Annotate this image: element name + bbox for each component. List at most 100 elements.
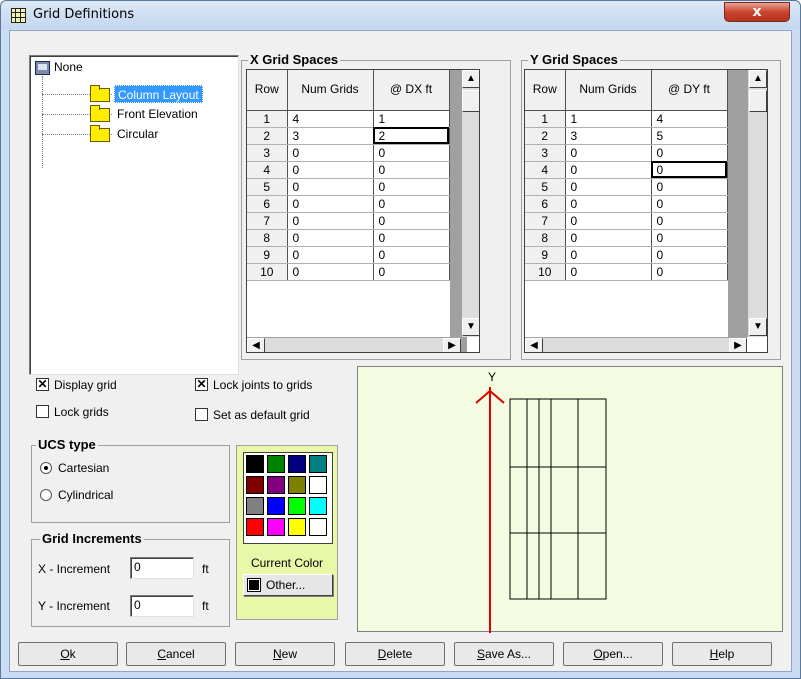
spacing-cell[interactable]: 0 xyxy=(651,229,728,247)
spacing-cell[interactable]: 0 xyxy=(373,263,450,281)
checkbox-icon[interactable] xyxy=(36,405,49,419)
num-grids-cell[interactable]: 0 xyxy=(565,263,652,281)
spacing-cell[interactable]: 0 xyxy=(373,195,450,213)
table-row[interactable]: 800 xyxy=(525,229,728,247)
other-color-button[interactable]: Other... xyxy=(243,574,333,596)
num-grids-cell[interactable]: 0 xyxy=(565,144,652,162)
spacing-cell[interactable]: 0 xyxy=(373,161,450,179)
num-grids-cell[interactable]: 0 xyxy=(287,161,374,179)
spacing-cell[interactable]: 0 xyxy=(651,144,728,162)
table-row[interactable]: 500 xyxy=(525,178,728,196)
num-grids-cell[interactable]: 0 xyxy=(565,212,652,230)
lock-joints-checkbox[interactable]: ✕ Lock joints to grids xyxy=(195,378,312,394)
spacing-cell[interactable]: 0 xyxy=(651,246,728,264)
y-grid-cells[interactable]: Row Num Grids @ DY ft 114235300400500600… xyxy=(525,70,728,281)
color-swatch[interactable] xyxy=(246,497,264,515)
color-swatch[interactable] xyxy=(309,518,327,536)
table-row[interactable]: 232 xyxy=(247,127,450,145)
color-swatch[interactable] xyxy=(267,518,285,536)
spacing-cell[interactable]: 0 xyxy=(651,195,728,213)
checkbox-checked-icon[interactable]: ✕ xyxy=(36,378,49,392)
close-button[interactable]: x xyxy=(724,2,790,22)
num-grids-cell[interactable]: 0 xyxy=(287,229,374,247)
table-row[interactable]: 900 xyxy=(247,246,450,264)
x-grid-vscroll[interactable]: ▲ ▼ xyxy=(461,70,479,337)
save-as-button[interactable]: Save As... xyxy=(454,642,554,666)
x-grid-hscroll[interactable]: ◀ ▶ xyxy=(247,337,461,352)
color-swatch[interactable] xyxy=(309,497,327,515)
scroll-left-icon[interactable]: ◀ xyxy=(525,338,543,352)
spacing-cell[interactable]: 5 xyxy=(651,127,728,145)
spacing-cell[interactable]: 0 xyxy=(373,246,450,264)
num-grids-cell[interactable]: 0 xyxy=(287,212,374,230)
lock-grids-checkbox[interactable]: Lock grids xyxy=(36,405,109,421)
table-row[interactable]: 400 xyxy=(247,161,450,179)
scroll-up-icon[interactable]: ▲ xyxy=(462,70,479,88)
table-row[interactable]: 10 0 0 xyxy=(247,263,450,281)
y-increment-input[interactable]: 0 xyxy=(130,595,194,617)
table-row[interactable]: 114 xyxy=(525,110,728,128)
num-grids-cell[interactable]: 1 xyxy=(565,110,652,128)
spacing-cell[interactable]: 0 xyxy=(373,229,450,247)
color-swatch[interactable] xyxy=(288,455,306,473)
tree-root-label[interactable]: None xyxy=(54,58,83,76)
delete-button[interactable]: Delete xyxy=(345,642,445,666)
scroll-down-icon[interactable]: ▼ xyxy=(462,318,479,336)
tree-item-circular[interactable]: Circular xyxy=(114,125,161,143)
spacing-cell[interactable]: 0 xyxy=(651,161,728,179)
x-grid-cells[interactable]: Row Num Grids @ DX ft 141232300400500600… xyxy=(247,70,450,281)
table-row[interactable]: 500 xyxy=(247,178,450,196)
color-swatch[interactable] xyxy=(267,476,285,494)
open-button[interactable]: Open... xyxy=(563,642,663,666)
num-grids-cell[interactable]: 0 xyxy=(287,246,374,264)
ok-button[interactable]: Ok xyxy=(18,642,118,666)
color-swatch[interactable] xyxy=(246,476,264,494)
color-swatch[interactable] xyxy=(309,476,327,494)
new-button[interactable]: New xyxy=(235,642,335,666)
set-default-checkbox[interactable]: Set as default grid xyxy=(195,408,310,424)
num-grids-cell[interactable]: 0 xyxy=(565,195,652,213)
tree-item-front-elevation[interactable]: Front Elevation xyxy=(114,105,201,123)
display-grid-checkbox[interactable]: ✕ Display grid xyxy=(36,378,117,394)
table-row[interactable]: 700 xyxy=(247,212,450,230)
scroll-right-icon[interactable]: ▶ xyxy=(443,338,461,352)
num-grids-cell[interactable]: 0 xyxy=(565,161,652,179)
num-grids-cell[interactable]: 3 xyxy=(565,127,652,145)
cancel-button[interactable]: Cancel xyxy=(126,642,226,666)
num-grids-cell[interactable]: 4 xyxy=(287,110,374,128)
scroll-thumb[interactable] xyxy=(462,90,479,112)
table-row[interactable]: 600 xyxy=(525,195,728,213)
num-grids-cell[interactable]: 3 xyxy=(287,127,374,145)
color-swatch[interactable] xyxy=(288,518,306,536)
color-swatch[interactable] xyxy=(309,455,327,473)
cylindrical-radio[interactable]: Cylindrical xyxy=(40,488,113,504)
radio-icon[interactable] xyxy=(40,488,52,501)
color-swatch[interactable] xyxy=(246,518,264,536)
table-row[interactable]: 900 xyxy=(525,246,728,264)
scroll-left-icon[interactable]: ◀ xyxy=(247,338,265,352)
scroll-right-icon[interactable]: ▶ xyxy=(729,338,747,352)
grid-tree[interactable]: None Column Layout Front Elevation Circu… xyxy=(29,55,239,375)
num-grids-cell[interactable]: 0 xyxy=(287,144,374,162)
spacing-cell[interactable]: 0 xyxy=(651,178,728,196)
color-swatch[interactable] xyxy=(267,497,285,515)
scroll-thumb[interactable] xyxy=(749,90,767,112)
table-row[interactable]: 300 xyxy=(247,144,450,162)
spacing-cell[interactable]: 0 xyxy=(373,212,450,230)
spacing-cell[interactable]: 0 xyxy=(651,263,728,281)
help-button[interactable]: Help xyxy=(672,642,772,666)
num-grids-cell[interactable]: 0 xyxy=(565,229,652,247)
color-swatch[interactable] xyxy=(246,455,264,473)
checkbox-icon[interactable] xyxy=(195,408,208,422)
table-row[interactable]: 800 xyxy=(247,229,450,247)
color-swatch[interactable] xyxy=(267,455,285,473)
x-increment-input[interactable]: 0 xyxy=(130,557,194,579)
y-grid-vscroll[interactable]: ▲ ▼ xyxy=(747,70,767,337)
num-grids-cell[interactable]: 0 xyxy=(287,178,374,196)
num-grids-cell[interactable]: 0 xyxy=(565,178,652,196)
table-row[interactable]: 141 xyxy=(247,110,450,128)
tree-item-column-layout[interactable]: Column Layout xyxy=(114,85,203,103)
y-grid-hscroll[interactable]: ◀ ▶ xyxy=(525,337,747,352)
table-row[interactable]: 700 xyxy=(525,212,728,230)
table-row[interactable]: 600 xyxy=(247,195,450,213)
